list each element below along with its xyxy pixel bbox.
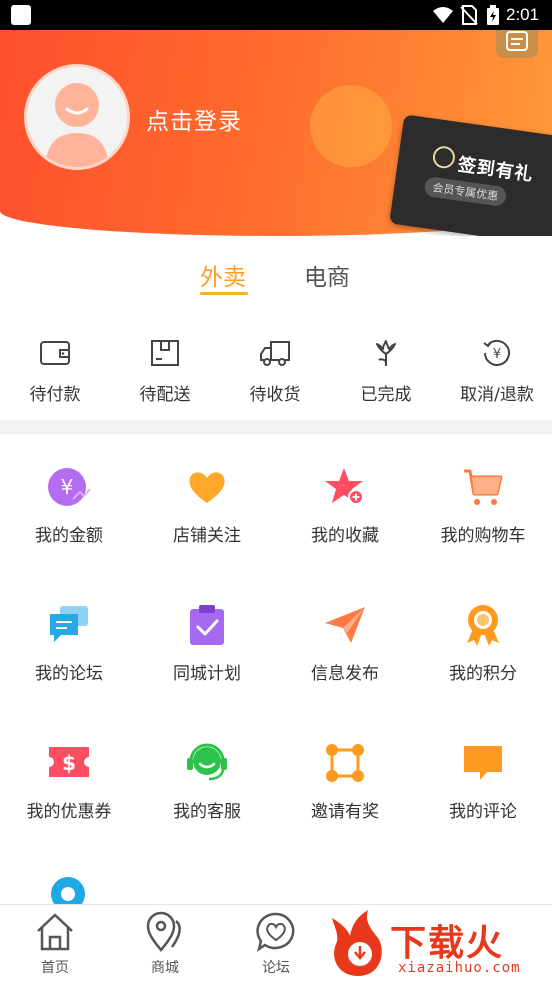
clock: 2:01 [506,5,540,24]
medal-icon [467,605,499,646]
order-label: 待收货 [249,385,301,405]
nav-home[interactable]: 首页 [0,911,110,977]
grid-item-points[interactable]: 我的积分 [414,603,552,684]
home-icon [37,913,73,951]
login-link[interactable]: 点击登录 [146,102,242,136]
grid-item-reviews[interactable]: 我的评论 [414,741,552,822]
tab-takeout[interactable]: 外卖 [200,258,246,292]
battery-charging-icon [487,5,499,25]
nav-forum[interactable]: 论坛 [221,911,331,977]
chat-bubbles-icon [50,606,88,642]
flower-icon [376,340,396,366]
partial-grid-icon[interactable] [50,876,86,906]
grid-item-customer-service[interactable]: 我的客服 [138,741,276,822]
order-label: 待配送 [139,385,191,405]
grid-label: 同城计划 [173,664,241,684]
active-tab-indicator [200,292,248,295]
order-pending-payment[interactable]: 待付款 [0,336,110,405]
refund-icon: ¥ [483,339,510,366]
clipboard-check-icon [190,605,224,645]
message-button[interactable] [496,30,538,58]
package-icon [151,340,179,366]
grid-item-favorites[interactable]: 我的收藏 [276,465,414,546]
grid-label: 店铺关注 [173,526,241,546]
no-sim-icon [460,5,478,25]
nav-label: 论坛 [262,960,290,976]
wifi-icon [433,7,453,23]
comment-icon [464,746,502,780]
signin-reward-card[interactable]: 签到有礼 会员专属优惠 [389,114,552,236]
grid-label: 我的优惠券 [26,802,112,822]
grid-label: 我的购物车 [440,526,526,546]
nav-label: 首页 [41,960,69,976]
svg-text:¥: ¥ [493,347,501,362]
calendar-icon [431,144,457,170]
grid-label: 我的收藏 [311,526,379,546]
notification-icon [11,5,31,25]
nav-label: 商城 [151,960,179,976]
wallet-icon [40,341,70,365]
order-status-row: 待付款 待配送 待收货 已完成 ¥ 取消/退款 [0,336,552,416]
grid-label: 我的论坛 [35,664,103,684]
heart-icon [189,472,225,503]
map-pin-icon [146,911,181,952]
grid-item-balance[interactable]: ¥ 我的金额 [0,465,138,546]
flame-logo-icon [332,910,382,976]
cart-icon [464,469,503,505]
grid-item-invite[interactable]: 邀请有奖 [276,741,414,822]
truck-icon [260,341,290,366]
order-type-tabs: 外卖 电商 [0,258,552,298]
grid-label: 邀请有奖 [311,802,379,822]
watermark: 下载火 xiazaihuo.com [328,906,552,981]
order-pending-receipt[interactable]: 待收货 [220,336,330,405]
section-divider [0,420,552,434]
paper-plane-icon [325,607,365,643]
grid-item-city-plan[interactable]: 同城计划 [138,603,276,684]
grid-item-store-follow[interactable]: 店铺关注 [138,465,276,546]
grid-item-publish[interactable]: 信息发布 [276,603,414,684]
order-completed[interactable]: 已完成 [331,336,441,405]
wallet-yuan-icon: ¥ [48,468,91,506]
order-label: 待付款 [29,385,81,405]
order-label: 取消/退款 [460,385,534,405]
watermark-text: 下载火 [390,923,505,964]
location-icon [51,877,85,906]
order-pending-delivery[interactable]: 待配送 [110,336,220,405]
tab-ecommerce[interactable]: 电商 [304,258,350,292]
grid-item-cart[interactable]: 我的购物车 [414,465,552,546]
order-label: 已完成 [360,385,412,405]
order-refund[interactable]: ¥ 取消/退款 [442,336,552,405]
grid-label: 我的客服 [173,802,241,822]
grid-item-forum[interactable]: 我的论坛 [0,603,138,684]
svg-text:$: $ [62,751,76,775]
grid-item-coupons[interactable]: $ 我的优惠券 [0,741,138,822]
nav-mall[interactable]: 商城 [110,911,220,977]
watermark-url: xiazaihuo.com [398,960,521,976]
coupon-icon: $ [49,747,89,777]
star-add-icon [325,468,364,505]
message-icon [506,31,528,51]
grid-label: 我的评论 [449,802,517,822]
header-decoration [310,85,392,167]
grid-label: 我的积分 [449,664,517,684]
status-bar: 2:01 [0,0,552,30]
heart-chat-icon [256,912,295,952]
profile-header: 点击登录 签到有礼 会员专属优惠 [0,30,552,236]
avatar[interactable] [24,64,130,170]
headset-icon [187,743,227,781]
share-nodes-icon [326,744,364,782]
grid-label: 我的金额 [35,526,103,546]
grid-label: 信息发布 [311,664,379,684]
user-placeholder-icon [27,67,127,167]
svg-text:¥: ¥ [61,475,74,499]
